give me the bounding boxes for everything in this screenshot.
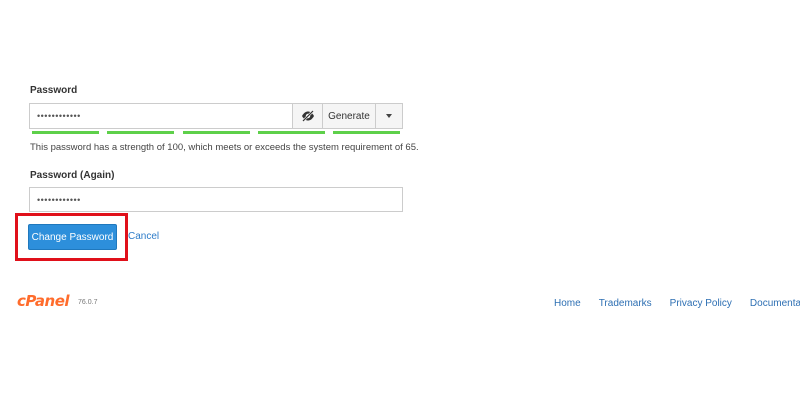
password-label: Password [30, 85, 78, 96]
strength-segment [107, 131, 175, 134]
change-password-page: Password •••••••••••• Generate This pass… [0, 0, 800, 400]
version-number: 76.0.7 [78, 299, 98, 306]
footer-links: Home Trademarks Privacy Policy Documenta… [554, 298, 800, 309]
cpanel-logo: cPanel [17, 292, 70, 310]
strength-segment [32, 131, 99, 134]
strength-segment [333, 131, 400, 134]
password-again-label: Password (Again) [30, 170, 115, 181]
strength-message: This password has a strength of 100, whi… [30, 142, 419, 153]
footer-link-documentation[interactable]: Documentation [750, 298, 800, 309]
cancel-link[interactable]: Cancel [128, 231, 159, 242]
password-again-input[interactable]: •••••••••••• [29, 187, 403, 212]
footer-link-trademarks[interactable]: Trademarks [599, 298, 652, 309]
strength-segment [257, 131, 325, 134]
strength-segment [182, 131, 250, 134]
caret-down-icon [386, 114, 392, 118]
footer-link-privacy-policy[interactable]: Privacy Policy [670, 298, 732, 309]
password-input-group: •••••••••••• Generate [29, 103, 403, 129]
footer-link-home[interactable]: Home [554, 298, 581, 309]
password-input[interactable]: •••••••••••• [30, 104, 293, 128]
toggle-visibility-button[interactable] [293, 104, 323, 128]
generate-button[interactable]: Generate [323, 104, 376, 128]
generate-options-dropdown[interactable] [376, 104, 402, 128]
change-password-button[interactable]: Change Password [28, 224, 117, 250]
eye-slash-icon [301, 110, 314, 122]
password-strength-meter [32, 131, 400, 135]
